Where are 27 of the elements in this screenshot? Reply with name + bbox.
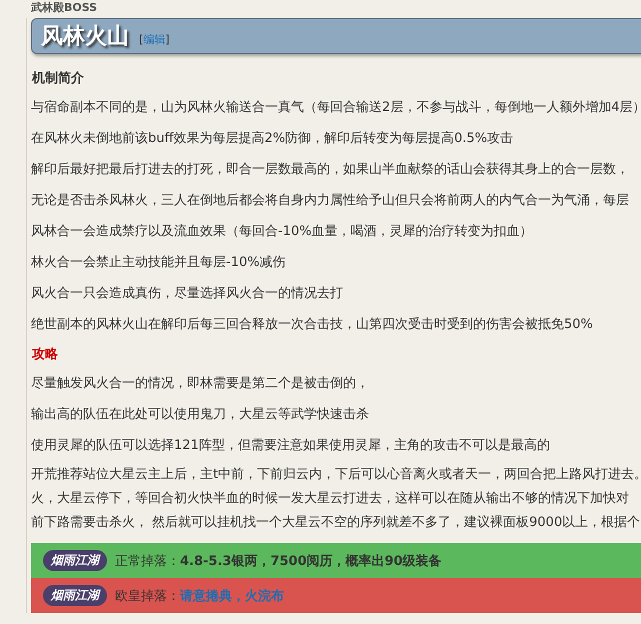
paragraph-line: 火，大星云停下，等回合初火快半血的时候一发大星云打进去，这样可以在随从输出不够的情况下加快对: [31, 490, 630, 508]
paragraph: 林火合一会禁止主动技能并且每层-10%减伤: [31, 254, 287, 272]
drop-label: 欧皇掉落：: [115, 588, 180, 604]
item-link[interactable]: 请意捲典，火浣布: [180, 586, 284, 604]
subsection-title: 攻略: [32, 346, 59, 364]
paragraph: 尽量触发风火合一的情况，即林需要是第二个是被击倒的，: [31, 375, 370, 393]
paragraph: 输出高的队伍在此处可以使用鬼刀，大星云等武学快速击杀: [31, 406, 370, 424]
paragraph: 绝世副本的风林火山在解印后每三回合释放一次合击技，山第四次受击时受到的伤害会被抵免50%: [31, 316, 594, 334]
bracket: [: [139, 32, 144, 46]
subsection-title: 机制简介: [32, 70, 85, 88]
game-logo: 烟雨江湖: [43, 550, 107, 571]
edit-link[interactable]: 编辑: [143, 32, 166, 46]
paragraph: 无论是否击杀风林火，三人在倒地后都会将自身内力属性给予山但只会将前两人的内气合一为气涌，每层: [31, 192, 630, 210]
paragraph: 使用灵犀的队伍可以选择121阵型，但需要注意如果使用灵犀，主角的攻击不可以是最高的: [31, 437, 551, 455]
paragraph: 解印后最好把最后打进去的打死，即合一层数最高的，如果山半血献祭的话山会获得其身上的合一层数，: [31, 161, 630, 179]
game-logo: 烟雨江湖: [43, 585, 107, 606]
drop-text: 4.8-5.3银两，7500阅历，概率出90级装备: [180, 552, 442, 570]
bracket: ]: [165, 32, 170, 46]
paragraph: 风火合一只会造成真伤，尽量选择风火合一的情况去打: [31, 285, 344, 303]
paragraph-line: 前下路需要击杀火， 然后就可以挂机找一个大星云不空的序列就差不多了，建议裸面板9000以上，根据个: [31, 514, 641, 532]
paragraph: 风林合一会造成禁疗以及流血效果（每回合-10%血量，喝酒，灵犀的治疗转变为扣血）: [31, 223, 534, 241]
section-title: 风林火山: [41, 23, 129, 51]
drop-label: 正常掉落：: [115, 552, 180, 570]
paragraph: 与宿命副本不同的是，山为风林火输送合一真气（每回合输送2层，不参与战斗，每倒地一人额外增加4层）: [31, 99, 641, 117]
paragraph-line: 开荒推荐站位大星云主上后，主t中前，下前归云内，下后可以心音离火或者天一，两回合把上路风打进去。: [31, 466, 641, 484]
paragraph: 在风林火未倒地前该buff效果为每层提高2%防御，解印后转变为每层提高0.5%攻击: [31, 130, 514, 148]
breadcrumb-text: 武林殿BOSS: [30, 0, 98, 16]
